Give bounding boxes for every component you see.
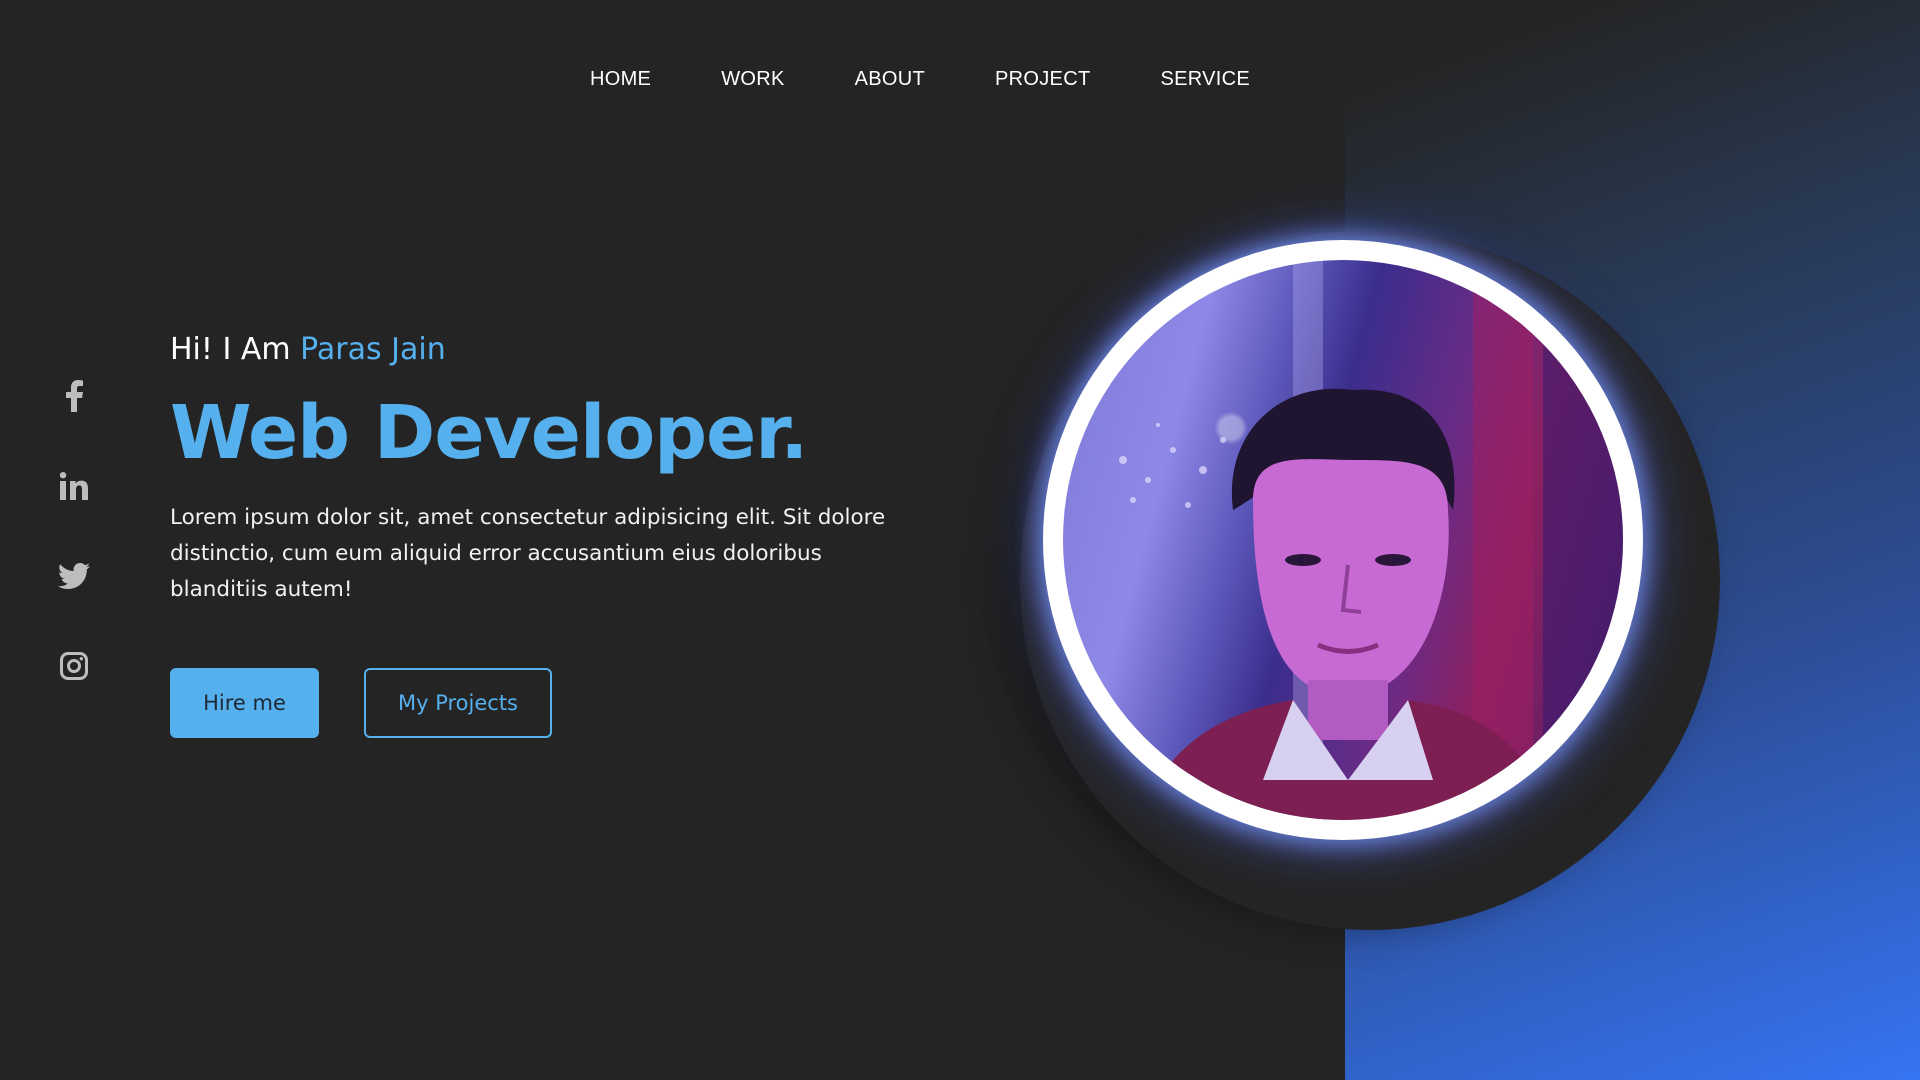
my-projects-button[interactable]: My Projects [364, 668, 552, 738]
greeting: Hi! I Am Paras Jain [170, 326, 930, 374]
main-nav: HOME WORK ABOUT PROJECT SERVICE [0, 64, 1920, 95]
social-links [54, 380, 94, 682]
profile-photo-ring [1043, 240, 1643, 840]
page: HOME WORK ABOUT PROJECT SERVICE Hi! I Am… [0, 0, 1920, 1080]
nav-list: HOME WORK ABOUT PROJECT SERVICE [555, 64, 1285, 95]
profile-portrait-illustration [1119, 260, 1623, 820]
nav-item-about[interactable]: ABOUT [820, 64, 960, 95]
nav-item-project[interactable]: PROJECT [960, 64, 1125, 95]
linkedin-icon[interactable] [54, 470, 94, 502]
hero-description: Lorem ipsum dolor sit, amet consectetur … [170, 505, 886, 602]
instagram-icon[interactable] [54, 650, 94, 682]
nav-item-home[interactable]: HOME [555, 64, 686, 95]
nav-item-work[interactable]: WORK [686, 64, 819, 95]
profile-photo [1063, 260, 1623, 820]
hero-title: Web Developer. [170, 390, 808, 476]
twitter-icon[interactable] [54, 560, 94, 592]
hero-buttons: Hire me My Projects [170, 668, 930, 738]
nav-item-service[interactable]: SERVICE [1125, 64, 1285, 95]
hire-me-button[interactable]: Hire me [170, 668, 319, 738]
greeting-prefix: Hi! I Am [170, 332, 301, 367]
hero-section: Hi! I Am Paras Jain Web Developer. Lorem… [170, 326, 930, 738]
facebook-icon[interactable] [54, 380, 94, 412]
developer-name: Paras Jain [300, 332, 446, 367]
